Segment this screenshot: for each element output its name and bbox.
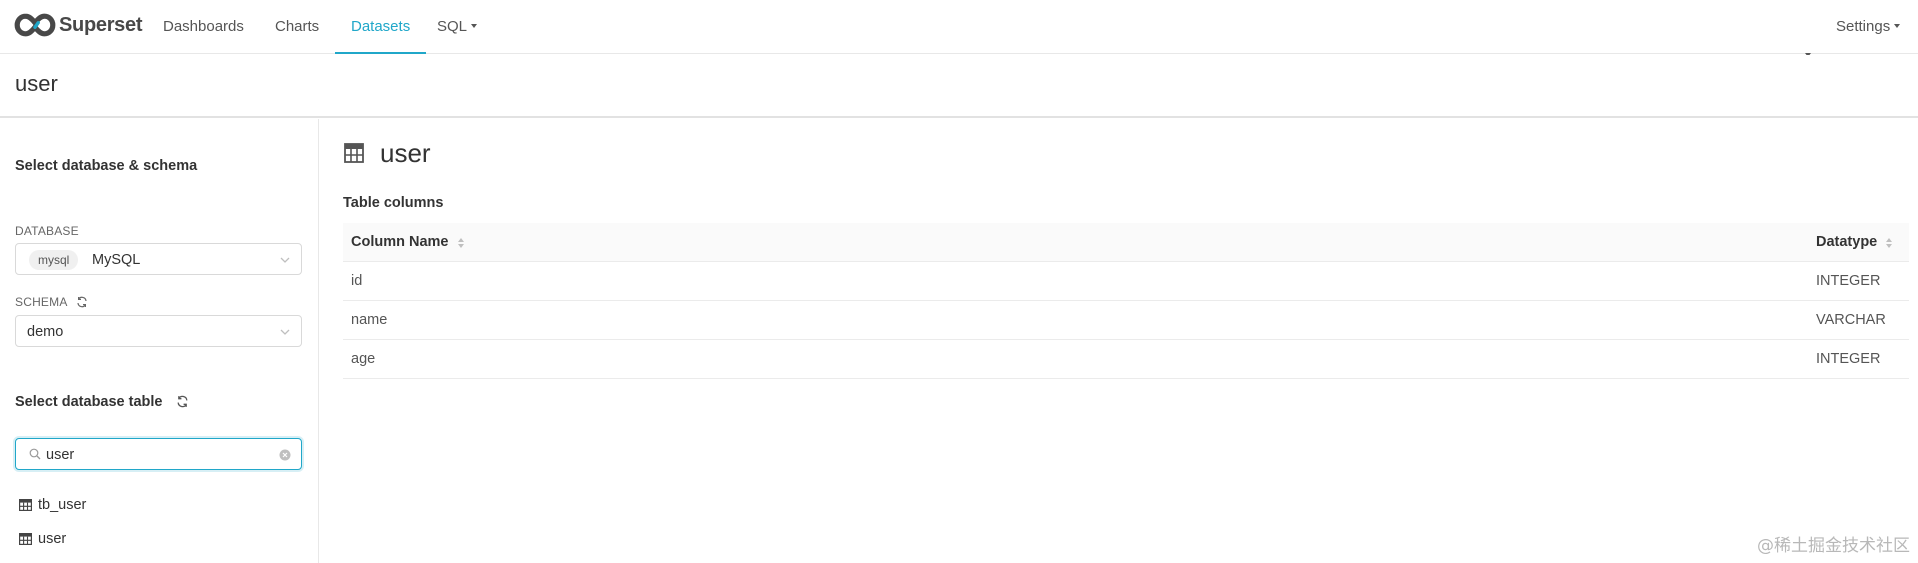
- table-row: age INTEGER: [343, 340, 1909, 379]
- db-schema-section-title: Select database & schema: [15, 158, 198, 174]
- datatype-cell: INTEGER: [1816, 273, 1881, 289]
- chevron-down-icon: [280, 257, 290, 263]
- schema-label: SCHEMA: [15, 295, 88, 309]
- chevron-down-icon: [280, 329, 290, 335]
- nav-sql[interactable]: SQL: [437, 0, 478, 54]
- table-list-item-label: user: [38, 531, 67, 547]
- column-name-header-label: Column Name: [351, 234, 449, 250]
- table-row: id INTEGER: [343, 262, 1909, 301]
- nav-sql-label: SQL: [437, 18, 468, 35]
- column-name-header[interactable]: Column Name: [351, 223, 464, 262]
- table-icon: [19, 499, 32, 511]
- dataset-title-row: user: [344, 137, 431, 169]
- schema-label-text: SCHEMA: [15, 295, 67, 309]
- datatype-header[interactable]: Datatype: [1816, 223, 1893, 262]
- nav-datasets[interactable]: Datasets: [335, 0, 427, 54]
- schema-select[interactable]: demo: [15, 315, 302, 347]
- column-name-cell: id: [351, 273, 363, 289]
- page-title: user: [15, 71, 58, 96]
- nav-dashboards[interactable]: Dashboards: [163, 0, 244, 54]
- table-search-box[interactable]: [15, 438, 302, 470]
- column-name-cell: age: [351, 351, 376, 367]
- nav-charts[interactable]: Charts: [275, 0, 319, 54]
- main-panel: user Table columns Column Name Datatype …: [320, 119, 1918, 563]
- watermark: @稀土掘金技术社区: [1757, 536, 1910, 556]
- table-list-item-label: tb_user: [38, 497, 87, 513]
- datatype-cell: INTEGER: [1816, 351, 1881, 367]
- table-search-input[interactable]: [46, 444, 266, 466]
- sort-icon[interactable]: [1886, 237, 1893, 248]
- superset-logo-icon: [14, 13, 56, 37]
- sort-icon[interactable]: [457, 237, 464, 248]
- table-header-row: Column Name Datatype: [343, 223, 1909, 262]
- database-tag: mysql: [29, 250, 79, 270]
- database-label: DATABASE: [15, 224, 79, 238]
- nav-settings[interactable]: Settings: [1836, 0, 1901, 54]
- table-list-item[interactable]: user: [19, 529, 66, 549]
- columns-table: Column Name Datatype id INTEGER name VAR…: [343, 223, 1909, 379]
- search-icon: [29, 448, 41, 460]
- left-panel: Select database & schema DATABASE mysql …: [0, 119, 319, 563]
- database-select[interactable]: mysql MySQL: [15, 243, 302, 275]
- table-icon: [344, 143, 364, 163]
- top-navbar: Superset Dashboards Charts Datasets SQL …: [0, 0, 1918, 57]
- table-section-title-text: Select database table: [15, 394, 163, 410]
- column-name-cell: name: [351, 312, 388, 328]
- table-columns-label: Table columns: [343, 195, 444, 211]
- caret-down-icon: [471, 24, 478, 29]
- datatype-cell: VARCHAR: [1816, 312, 1886, 328]
- dataset-title: user: [380, 137, 431, 168]
- table-list-item[interactable]: tb_user: [19, 495, 86, 515]
- nav-settings-label: Settings: [1836, 18, 1891, 35]
- refresh-icon[interactable]: [176, 395, 189, 408]
- refresh-icon[interactable]: [76, 296, 88, 308]
- table-icon: [19, 533, 32, 545]
- caret-down-icon: [1894, 24, 1901, 29]
- schema-value: demo: [27, 324, 64, 340]
- table-section-title: Select database table: [15, 394, 189, 410]
- superset-logo[interactable]: Superset: [14, 11, 142, 39]
- database-name: MySQL: [92, 252, 141, 268]
- table-row: name VARCHAR: [343, 301, 1909, 340]
- datatype-header-label: Datatype: [1816, 234, 1878, 250]
- brand-name: Superset: [59, 13, 143, 36]
- clear-icon[interactable]: [279, 449, 291, 461]
- page-header: user: [0, 55, 1918, 118]
